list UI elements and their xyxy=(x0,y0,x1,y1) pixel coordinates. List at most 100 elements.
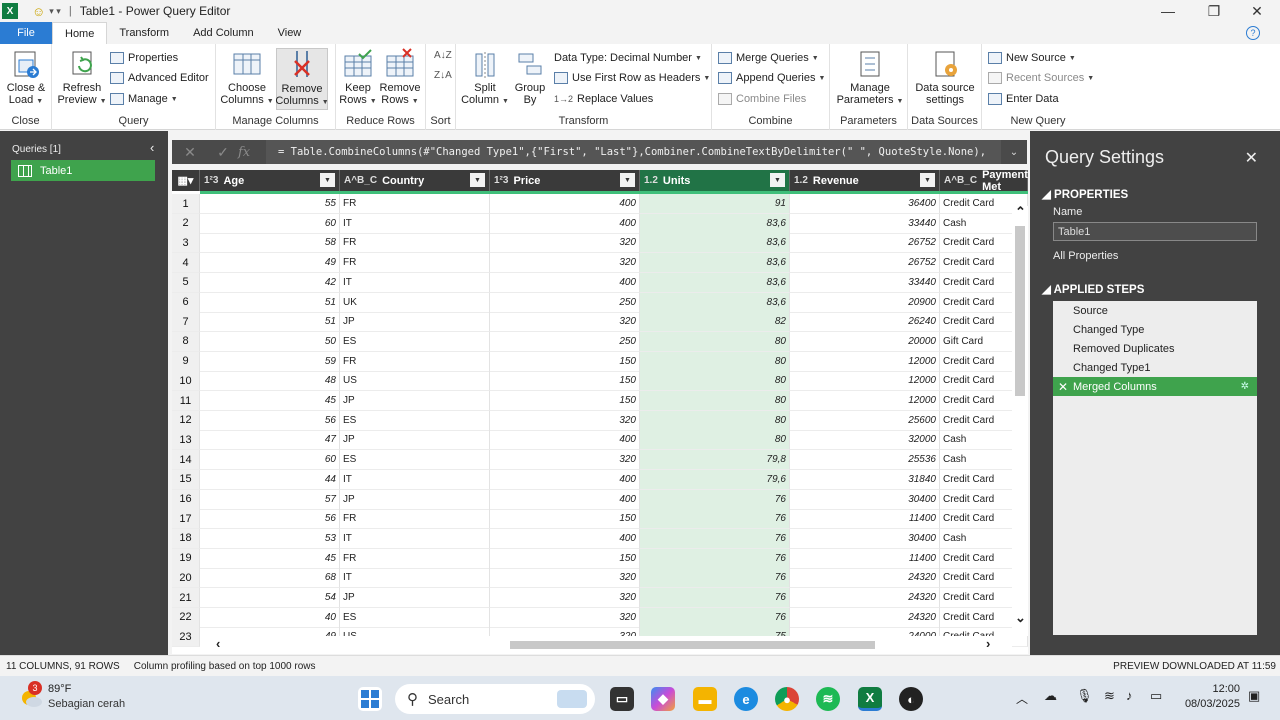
table-cell[interactable]: 76 xyxy=(640,528,790,549)
column-header-payment-met[interactable]: A^B_C Payment Met xyxy=(940,170,1028,193)
table-cell[interactable]: 30400 xyxy=(790,528,940,549)
table-cell[interactable]: 320 xyxy=(490,607,640,628)
table-cell[interactable]: 55 xyxy=(200,194,340,214)
table-cell[interactable]: 320 xyxy=(490,450,640,471)
sort-descending-icon[interactable]: Z↓A xyxy=(434,70,452,81)
column-type-icon[interactable]: 1.2 xyxy=(794,175,808,186)
row-number[interactable]: 20 xyxy=(172,568,200,589)
table-cell[interactable]: 24320 xyxy=(790,607,940,628)
row-number[interactable]: 21 xyxy=(172,588,200,608)
table-cell[interactable]: 51 xyxy=(200,292,340,313)
table-cell[interactable]: 33440 xyxy=(790,213,940,234)
table-cell[interactable]: 79,6 xyxy=(640,469,790,490)
table-cell[interactable]: 80 xyxy=(640,331,790,352)
filter-dropdown-icon[interactable]: ▼ xyxy=(920,173,935,187)
table-cell[interactable]: 250 xyxy=(490,331,640,352)
table-cell[interactable]: 150 xyxy=(490,548,640,569)
replace-values-button[interactable]: 1→2 Replace Values xyxy=(554,93,653,105)
table-cell[interactable]: 50 xyxy=(200,331,340,352)
table-cell[interactable]: 76 xyxy=(640,489,790,510)
table-cell[interactable]: 320 xyxy=(490,253,640,274)
table-cell[interactable]: 83,6 xyxy=(640,233,790,254)
advanced-editor-button[interactable]: Advanced Editor xyxy=(110,72,209,84)
restore-icon[interactable]: ❐ xyxy=(1191,0,1237,22)
query-name-input[interactable] xyxy=(1053,222,1257,241)
volume-icon[interactable]: ♪ xyxy=(1126,688,1133,703)
table-cell[interactable]: 20900 xyxy=(790,292,940,313)
use-first-row-button[interactable]: Use First Row as Headers ▼ xyxy=(554,72,710,84)
table-cell[interactable]: 76 xyxy=(640,568,790,589)
table-cell[interactable]: 400 xyxy=(490,489,640,510)
column-header-country[interactable]: A^B_C Country ▼ xyxy=(340,170,490,191)
table-cell[interactable]: US xyxy=(340,371,490,392)
table-cell[interactable]: JP xyxy=(340,312,490,333)
table-cell[interactable]: 83,6 xyxy=(640,292,790,313)
table-cell[interactable]: 320 xyxy=(490,410,640,431)
column-header-units[interactable]: 1.2 Units ▼ xyxy=(640,170,790,191)
table-cell[interactable]: 54 xyxy=(200,588,340,608)
delete-step-icon[interactable]: ✕ xyxy=(1058,380,1068,394)
table-cell[interactable]: 20000 xyxy=(790,331,940,352)
table-cell[interactable]: 80 xyxy=(640,410,790,431)
table-cell[interactable]: 44 xyxy=(200,469,340,490)
close-icon[interactable]: ✕ xyxy=(1245,148,1258,168)
properties-button[interactable]: Properties xyxy=(110,52,178,64)
step-changed-type[interactable]: Changed Type xyxy=(1053,320,1257,339)
table-cell[interactable]: 76 xyxy=(640,588,790,608)
merge-queries-button[interactable]: Merge Queries ▼ xyxy=(718,52,819,64)
chevron-up-icon[interactable]: ︿ xyxy=(1016,690,1028,707)
profiling-status[interactable]: Column profiling based on top 1000 rows xyxy=(134,661,316,672)
app-icon[interactable]: ◐ xyxy=(899,687,923,711)
row-number[interactable]: 7 xyxy=(172,312,200,333)
table-cell[interactable]: 400 xyxy=(490,528,640,549)
customize-toolbar-icon[interactable]: ▾ ▾ xyxy=(49,6,61,17)
scroll-right-icon[interactable]: › xyxy=(986,636,990,651)
row-number[interactable]: 15 xyxy=(172,469,200,490)
choose-columns-button[interactable]: Choose Columns ▼ xyxy=(220,48,274,108)
table-cell[interactable]: 79,8 xyxy=(640,450,790,471)
table-cell[interactable]: 83,6 xyxy=(640,213,790,234)
row-number[interactable]: 19 xyxy=(172,548,200,569)
row-number[interactable]: 17 xyxy=(172,509,200,530)
row-number[interactable]: 23 xyxy=(172,627,200,648)
table-cell[interactable]: 83,6 xyxy=(640,253,790,274)
table-cell[interactable]: 11400 xyxy=(790,548,940,569)
group-by-button[interactable]: Group By xyxy=(512,48,548,106)
scroll-up-icon[interactable]: ⌃ xyxy=(1015,204,1026,220)
new-source-button[interactable]: New Source ▼ xyxy=(988,52,1076,64)
table-cell[interactable]: 150 xyxy=(490,351,640,372)
tab-file[interactable]: File xyxy=(0,22,52,44)
table-cell[interactable]: 26752 xyxy=(790,253,940,274)
row-number[interactable]: 9 xyxy=(172,351,200,372)
clock-time[interactable]: 12:00 xyxy=(1180,683,1240,695)
table-cell[interactable]: 31840 xyxy=(790,469,940,490)
query-item-table1[interactable]: Table1 xyxy=(11,160,155,181)
table-cell[interactable]: IT xyxy=(340,213,490,234)
windows-start-icon[interactable] xyxy=(358,687,382,711)
table-cell[interactable]: 45 xyxy=(200,391,340,411)
table-cell[interactable]: 76 xyxy=(640,548,790,569)
table-cell[interactable]: 320 xyxy=(490,312,640,333)
column-header-age[interactable]: 1²3 Age ▼ xyxy=(200,170,340,191)
table-cell[interactable]: 60 xyxy=(200,450,340,471)
table-cell[interactable]: 58 xyxy=(200,233,340,254)
table-cell[interactable]: 80 xyxy=(640,351,790,372)
task-view-icon[interactable]: ▭ xyxy=(610,687,634,711)
table-cell[interactable]: IT xyxy=(340,469,490,490)
table-cell[interactable]: 250 xyxy=(490,292,640,313)
table-cell[interactable]: ES xyxy=(340,331,490,352)
horizontal-scrollbar[interactable]: ‹ › xyxy=(200,636,1012,654)
table-cell[interactable]: 24320 xyxy=(790,588,940,608)
row-number[interactable]: 12 xyxy=(172,410,200,431)
row-number[interactable]: 13 xyxy=(172,430,200,451)
filter-dropdown-icon[interactable]: ▼ xyxy=(770,173,785,187)
table-cell[interactable]: 59 xyxy=(200,351,340,372)
row-number[interactable]: 8 xyxy=(172,331,200,352)
formula-text[interactable]: = Table.CombineColumns(#"Changed Type1",… xyxy=(266,140,1001,164)
confirm-formula-icon[interactable]: ✓ xyxy=(208,144,238,161)
table-cell[interactable]: JP xyxy=(340,391,490,411)
keep-rows-button[interactable]: Keep Rows ▼ xyxy=(339,48,377,108)
collapse-chevron-icon[interactable]: ‹ xyxy=(150,140,154,155)
filter-dropdown-icon[interactable]: ▼ xyxy=(320,173,335,187)
clock-date[interactable]: 08/03/2025 xyxy=(1180,698,1240,710)
